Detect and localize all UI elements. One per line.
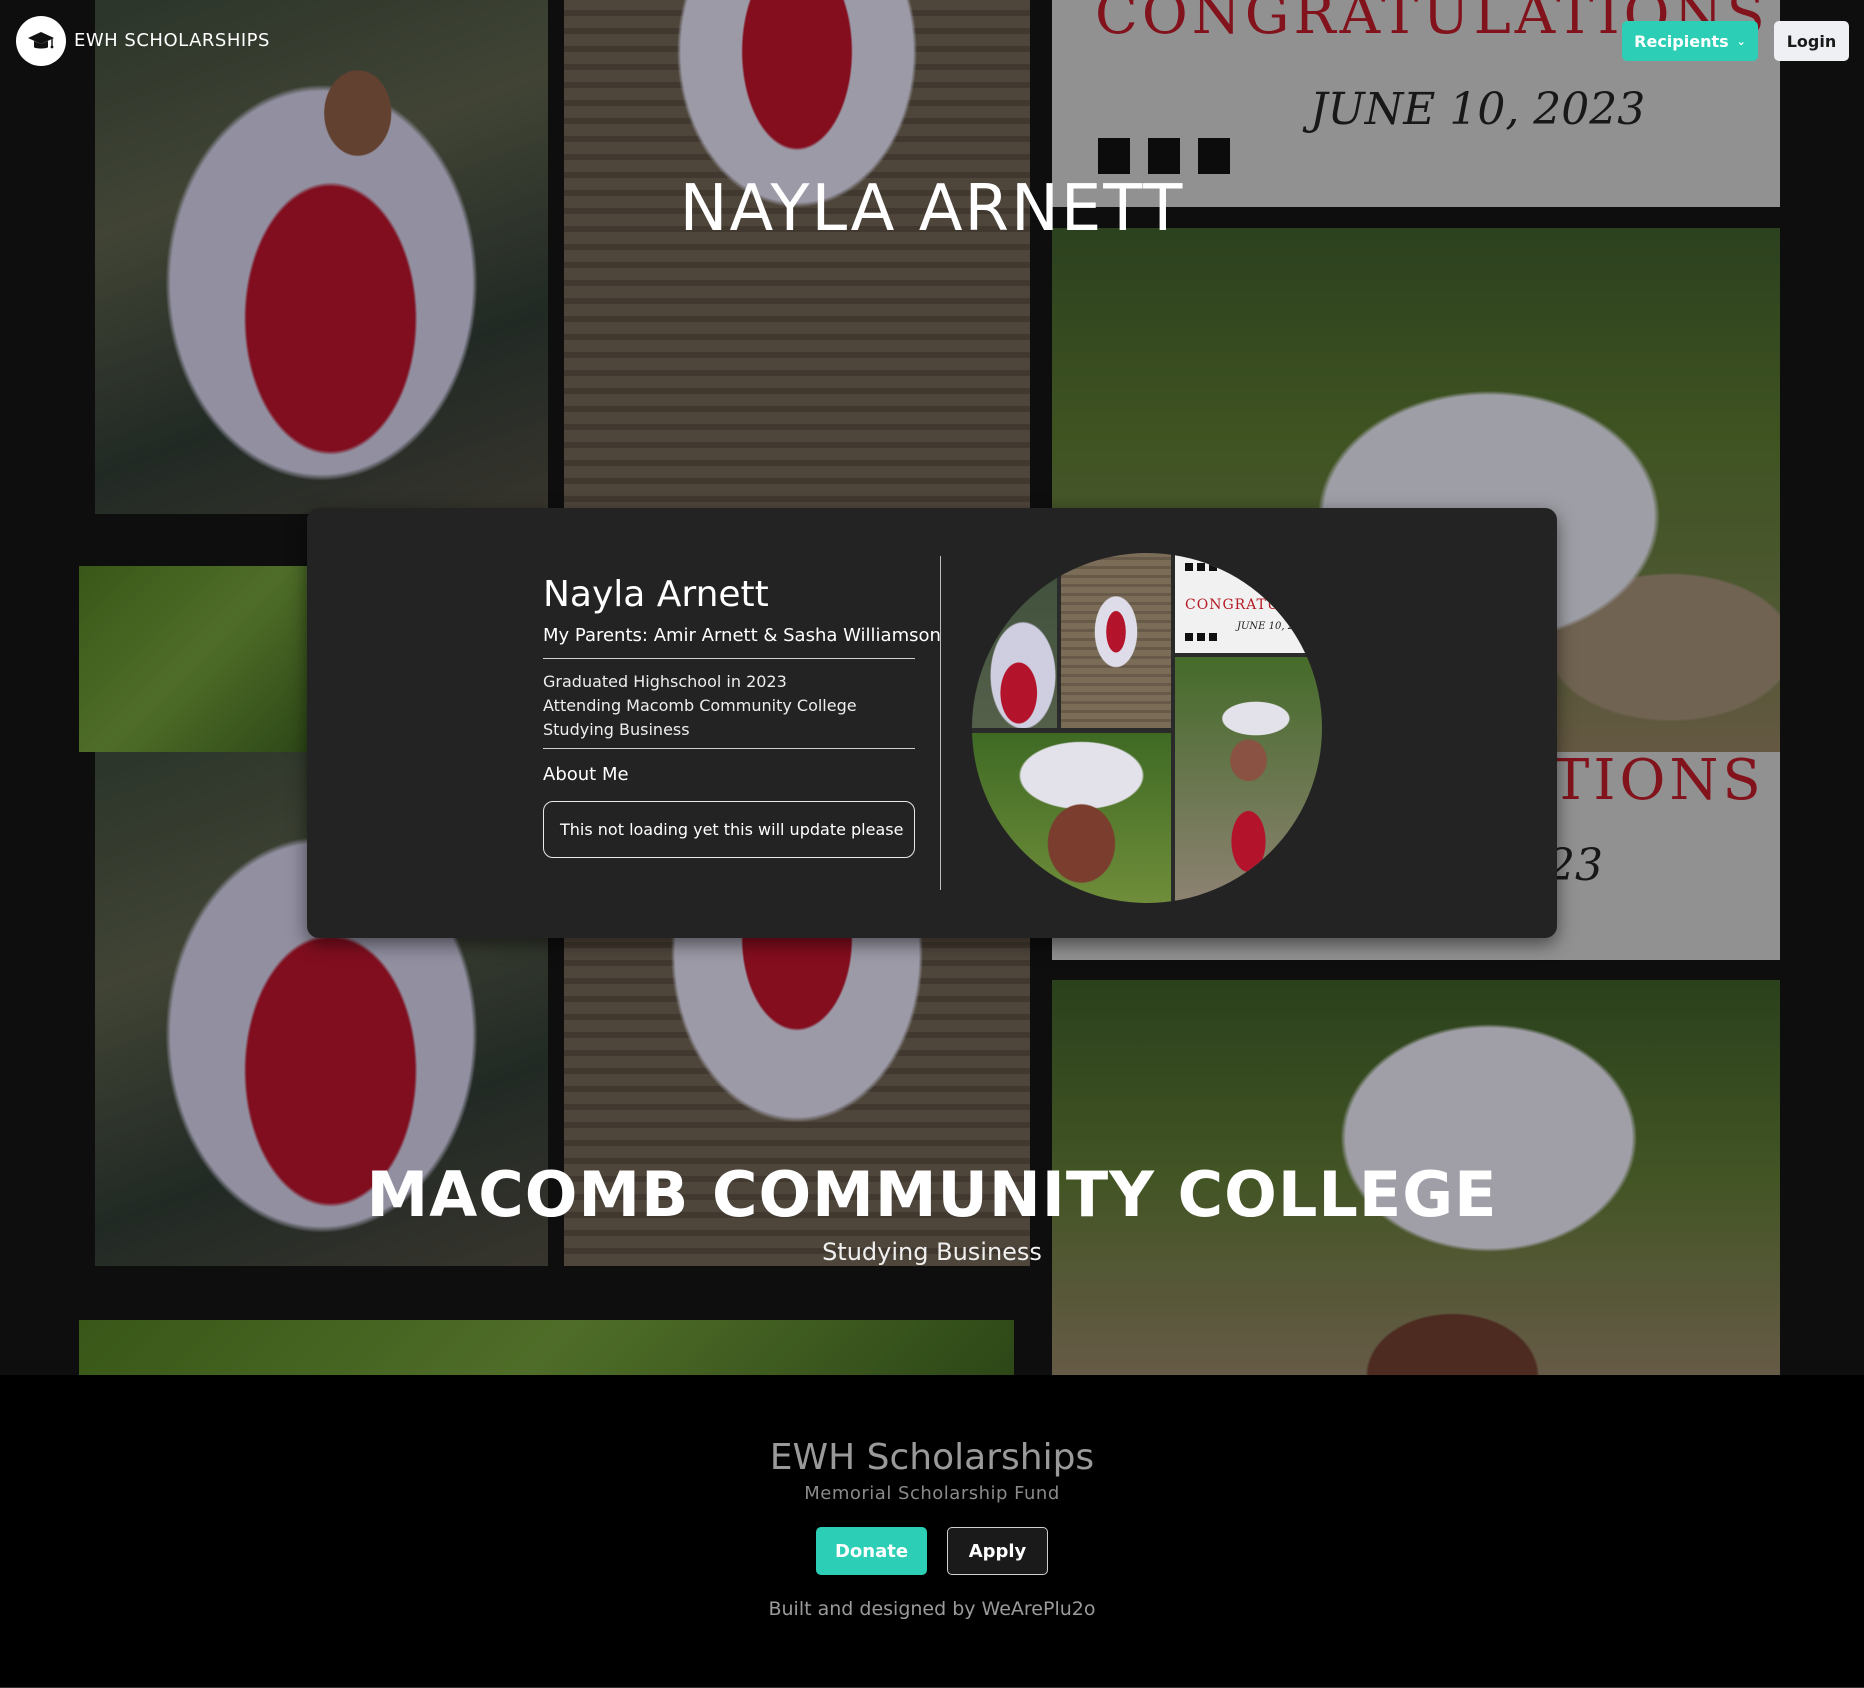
donate-button[interactable]: Donate (816, 1527, 927, 1575)
collage-banner-name: Na (1243, 559, 1270, 580)
about-me-text: This not loading yet this will update pl… (543, 801, 915, 858)
profile-card: Nayla Arnett My Parents: Amir Arnett & S… (307, 508, 1557, 938)
collage-photo-cap-profile (972, 733, 1171, 903)
profile-photo-collage: Na CONGRATULA JUNE 10, 202 (972, 553, 1322, 903)
profile-name: Nayla Arnett (543, 574, 769, 615)
footer-subtitle: Memorial Scholarship Fund (804, 1483, 1060, 1504)
recipient-name-heading: NAYLA ARNETT (679, 172, 1185, 246)
graduation-cap-icon (28, 32, 54, 49)
site-footer: EWH Scholarships Memorial Scholarship Fu… (0, 1375, 1864, 1688)
divider (543, 658, 915, 659)
banner-squares-icon (1185, 633, 1217, 641)
banner-squares-icon (1185, 563, 1217, 571)
site-logo[interactable] (16, 16, 66, 66)
vertical-divider (940, 556, 941, 890)
school-subheading: Studying Business (822, 1238, 1042, 1266)
chevron-down-icon: ⌄ (1736, 34, 1746, 48)
profile-facts: Graduated Highschool in 2023 Attending M… (543, 670, 857, 742)
profile-parents: My Parents: Amir Arnett & Sasha Williams… (543, 625, 941, 646)
collage-banner-date: JUNE 10, 202 (1237, 621, 1307, 632)
collage-photo-seated (972, 553, 1057, 728)
collage-photo-portrait (1175, 657, 1322, 903)
collage-photo-bridge (1061, 553, 1171, 728)
fact-attending: Attending Macomb Community College (543, 696, 857, 715)
apply-button[interactable]: Apply (947, 1527, 1048, 1575)
recipients-label: Recipients (1634, 31, 1729, 51)
footer-title: EWH Scholarships (769, 1437, 1095, 1478)
collage-photo-banner: Na CONGRATULA JUNE 10, 202 (1175, 553, 1322, 653)
collage-banner-congratulations: CONGRATULA (1185, 597, 1302, 613)
divider (543, 748, 915, 749)
fact-studying: Studying Business (543, 720, 690, 739)
fact-graduation: Graduated Highschool in 2023 (543, 672, 787, 691)
recipients-dropdown-button[interactable]: Recipients ⌄ (1622, 21, 1758, 61)
about-me-heading: About Me (543, 764, 629, 785)
footer-credit: Built and designed by WeArePlu2o (768, 1598, 1096, 1620)
login-button[interactable]: Login (1774, 21, 1849, 61)
school-heading: MACOMB COMMUNITY COLLEGE (366, 1158, 1498, 1231)
site-brand-link[interactable]: EWH SCHOLARSHIPS (74, 30, 270, 51)
